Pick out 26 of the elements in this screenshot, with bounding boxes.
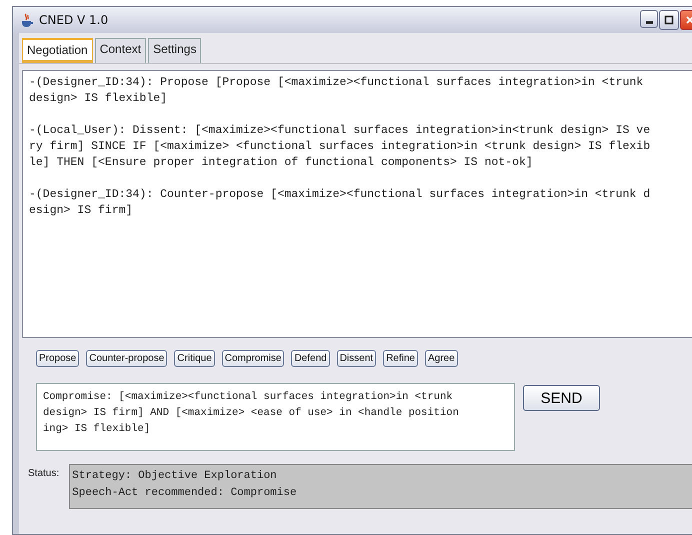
status-line: Speech-Act recommended: Compromise bbox=[72, 486, 298, 501]
speech-act-button[interactable]: Critique bbox=[174, 350, 215, 367]
tab[interactable]: Context bbox=[94, 38, 146, 63]
status-label: Status: bbox=[28, 468, 60, 479]
speech-act-button[interactable]: Compromise bbox=[222, 350, 284, 367]
window-title: CNED V 1.0 bbox=[39, 13, 110, 27]
maximize-icon bbox=[664, 15, 674, 25]
maximize-button[interactable] bbox=[659, 10, 679, 30]
log-message: -(Designer_ID:34): Counter-propose [<maximize><functional surfaces integration>in <trunk design> IS firm] bbox=[29, 187, 650, 219]
minimize-icon bbox=[646, 21, 652, 24]
message-input[interactable]: Compromise: [<maximize><functional surfaces integration>in <trunk design> IS firm] AND [<maximize> <ease of use> in <handle positioning> IS flexible] bbox=[36, 383, 515, 451]
speech-act-button[interactable]: Refine bbox=[383, 350, 418, 367]
tab[interactable]: Settings bbox=[148, 38, 202, 63]
speech-act-button[interactable]: Dissent bbox=[336, 350, 376, 367]
status-line: Strategy: Objective Exploration bbox=[72, 469, 278, 484]
speech-act-button[interactable]: Propose bbox=[36, 350, 80, 367]
tab[interactable]: Negotiation bbox=[22, 38, 93, 63]
speech-act-button[interactable]: Defend bbox=[291, 350, 330, 367]
close-icon bbox=[685, 15, 692, 25]
minimize-button[interactable] bbox=[640, 10, 658, 28]
log-message: -(Designer_ID:34): Propose [Propose [<maximize><functional surfaces integration>in <trunk design> IS flexible] bbox=[29, 75, 644, 107]
cup-icon bbox=[19, 12, 35, 28]
send-button[interactable]: SEND bbox=[523, 385, 600, 411]
log-message: -(Local_User): Dissent: [<maximize><functional surfaces integration>in<trunk design> IS very firm] SINCE IF [<maximize> <functional surfaces integration>in <trunk design> IS flexible] THEN [<Ensure proper integration of functional components> IS not-ok] bbox=[29, 123, 650, 171]
speech-act-button[interactable]: Counter-propose bbox=[86, 350, 168, 367]
speech-act-button[interactable]: Agree bbox=[424, 350, 458, 367]
